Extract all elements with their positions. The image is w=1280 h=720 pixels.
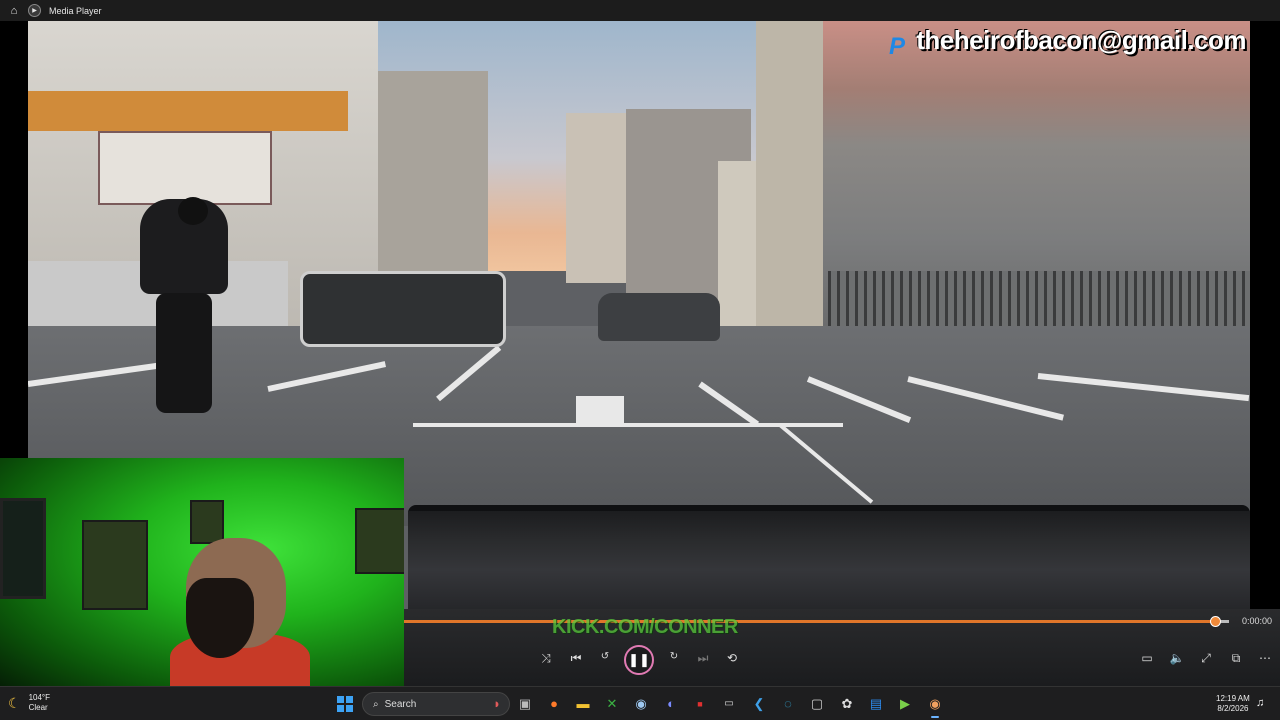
seek-remaining[interactable] <box>1221 620 1229 623</box>
webcam-overlay <box>0 458 404 686</box>
vscode-icon[interactable]: ❮ <box>750 695 768 713</box>
tall-right-building <box>756 21 826 326</box>
paypal-icon: P <box>888 33 905 60</box>
overturned-van <box>300 271 506 347</box>
start-button[interactable] <box>337 696 353 712</box>
search-icon: ⌕ <box>373 698 379 710</box>
donation-email-overlay: theheirofbacon@gmail.com <box>916 25 1246 55</box>
current-time: 0:00:00 <box>1242 616 1273 626</box>
iron-fence <box>828 271 1250 331</box>
taskbar: ☾ 104°F Clear ⌕ Search ◗ ▣ ● ▬ ✕ ◉ ◐ ■ ▭… <box>0 686 1280 720</box>
moon-icon: ☾ <box>8 694 21 711</box>
wall-poster <box>355 508 404 574</box>
seek-thumb[interactable] <box>1210 616 1221 627</box>
kick-watermark: KICK.COM/CONNER <box>552 616 738 638</box>
window-app-icon[interactable]: ▢ <box>808 695 826 713</box>
frame-poster <box>190 500 224 544</box>
green-app-icon[interactable]: ▶ <box>896 695 914 713</box>
streamer-beard <box>186 578 254 658</box>
edge-icon[interactable]: ◌ <box>779 695 797 713</box>
task-view-icon[interactable]: ▣ <box>516 695 534 713</box>
previous-icon[interactable]: ⏮ <box>567 651 585 666</box>
notification-bell-icon[interactable]: ♫ <box>1256 697 1264 709</box>
media-player-app-icon: ▶ <box>28 4 41 17</box>
clock-date: 8/2/2026 <box>1217 704 1249 713</box>
monitor <box>0 498 46 599</box>
dashboard <box>408 511 1250 609</box>
captions-icon[interactable]: ▭ <box>1138 651 1156 665</box>
pause-icon: ❚❚ <box>628 652 650 667</box>
terminal-icon[interactable]: ▭ <box>720 695 738 713</box>
running-person-head <box>178 197 208 225</box>
steam-icon[interactable]: ◉ <box>632 695 650 713</box>
clock-time: 12:19 AM <box>1216 694 1250 703</box>
weather-widget[interactable]: ☾ 104°F Clear <box>8 693 50 713</box>
photos-icon[interactable]: ▤ <box>867 695 885 713</box>
title-bar: ⌂ ▶ Media Player <box>0 0 1280 21</box>
pause-button[interactable]: ❚❚ <box>624 645 654 675</box>
firefox-icon[interactable]: ● <box>545 695 563 713</box>
skip-back-10-icon[interactable]: ↺ <box>596 651 614 662</box>
weather-temp: 104°F <box>28 693 50 702</box>
search-highlight-icon[interactable]: ◗ <box>482 695 512 713</box>
mural-band <box>28 91 348 131</box>
next-icon[interactable]: ⏭ <box>694 651 712 666</box>
fullscreen-icon[interactable]: ⤢ <box>1197 651 1215 666</box>
sedan <box>598 293 720 341</box>
file-explorer-icon[interactable]: ▬ <box>574 695 592 713</box>
chatgpt-icon[interactable]: ✿ <box>838 695 856 713</box>
discord-icon[interactable]: ◐ <box>662 695 680 713</box>
repeat-off-icon[interactable]: ⟲ <box>723 651 741 665</box>
seek-bar[interactable] <box>404 620 1226 623</box>
window-title: Media Player <box>49 5 102 16</box>
more-options-icon[interactable]: ⋯ <box>1256 651 1274 665</box>
xbox-icon[interactable]: ✕ <box>603 695 621 713</box>
miniplayer-icon[interactable]: ⧉ <box>1227 651 1245 666</box>
home-icon[interactable]: ⌂ <box>0 5 28 17</box>
search-label: Search <box>384 698 417 710</box>
volume-icon[interactable]: 🔈 <box>1168 651 1186 665</box>
shuffle-icon[interactable]: ⤨ <box>537 651 555 666</box>
clock[interactable]: 12:19 AM 8/2/2026 <box>1216 694 1250 714</box>
crosswalk-stripe <box>576 396 624 426</box>
portrait-poster <box>82 520 148 610</box>
skip-forward-30-icon[interactable]: ↻ <box>665 651 683 662</box>
running-person-legs <box>156 293 212 413</box>
weather-condition: Clear <box>28 703 48 712</box>
video-editor-icon[interactable]: ■ <box>691 695 709 713</box>
media-player-taskbar-icon[interactable]: ◉ <box>926 695 944 718</box>
player-controls: 0:00:00 KICK.COM/CONNER ⤨ ⏮ ↺ ❚❚ ↻ ⏭ ⟲ ▭… <box>404 609 1280 686</box>
store-sign <box>98 131 272 205</box>
